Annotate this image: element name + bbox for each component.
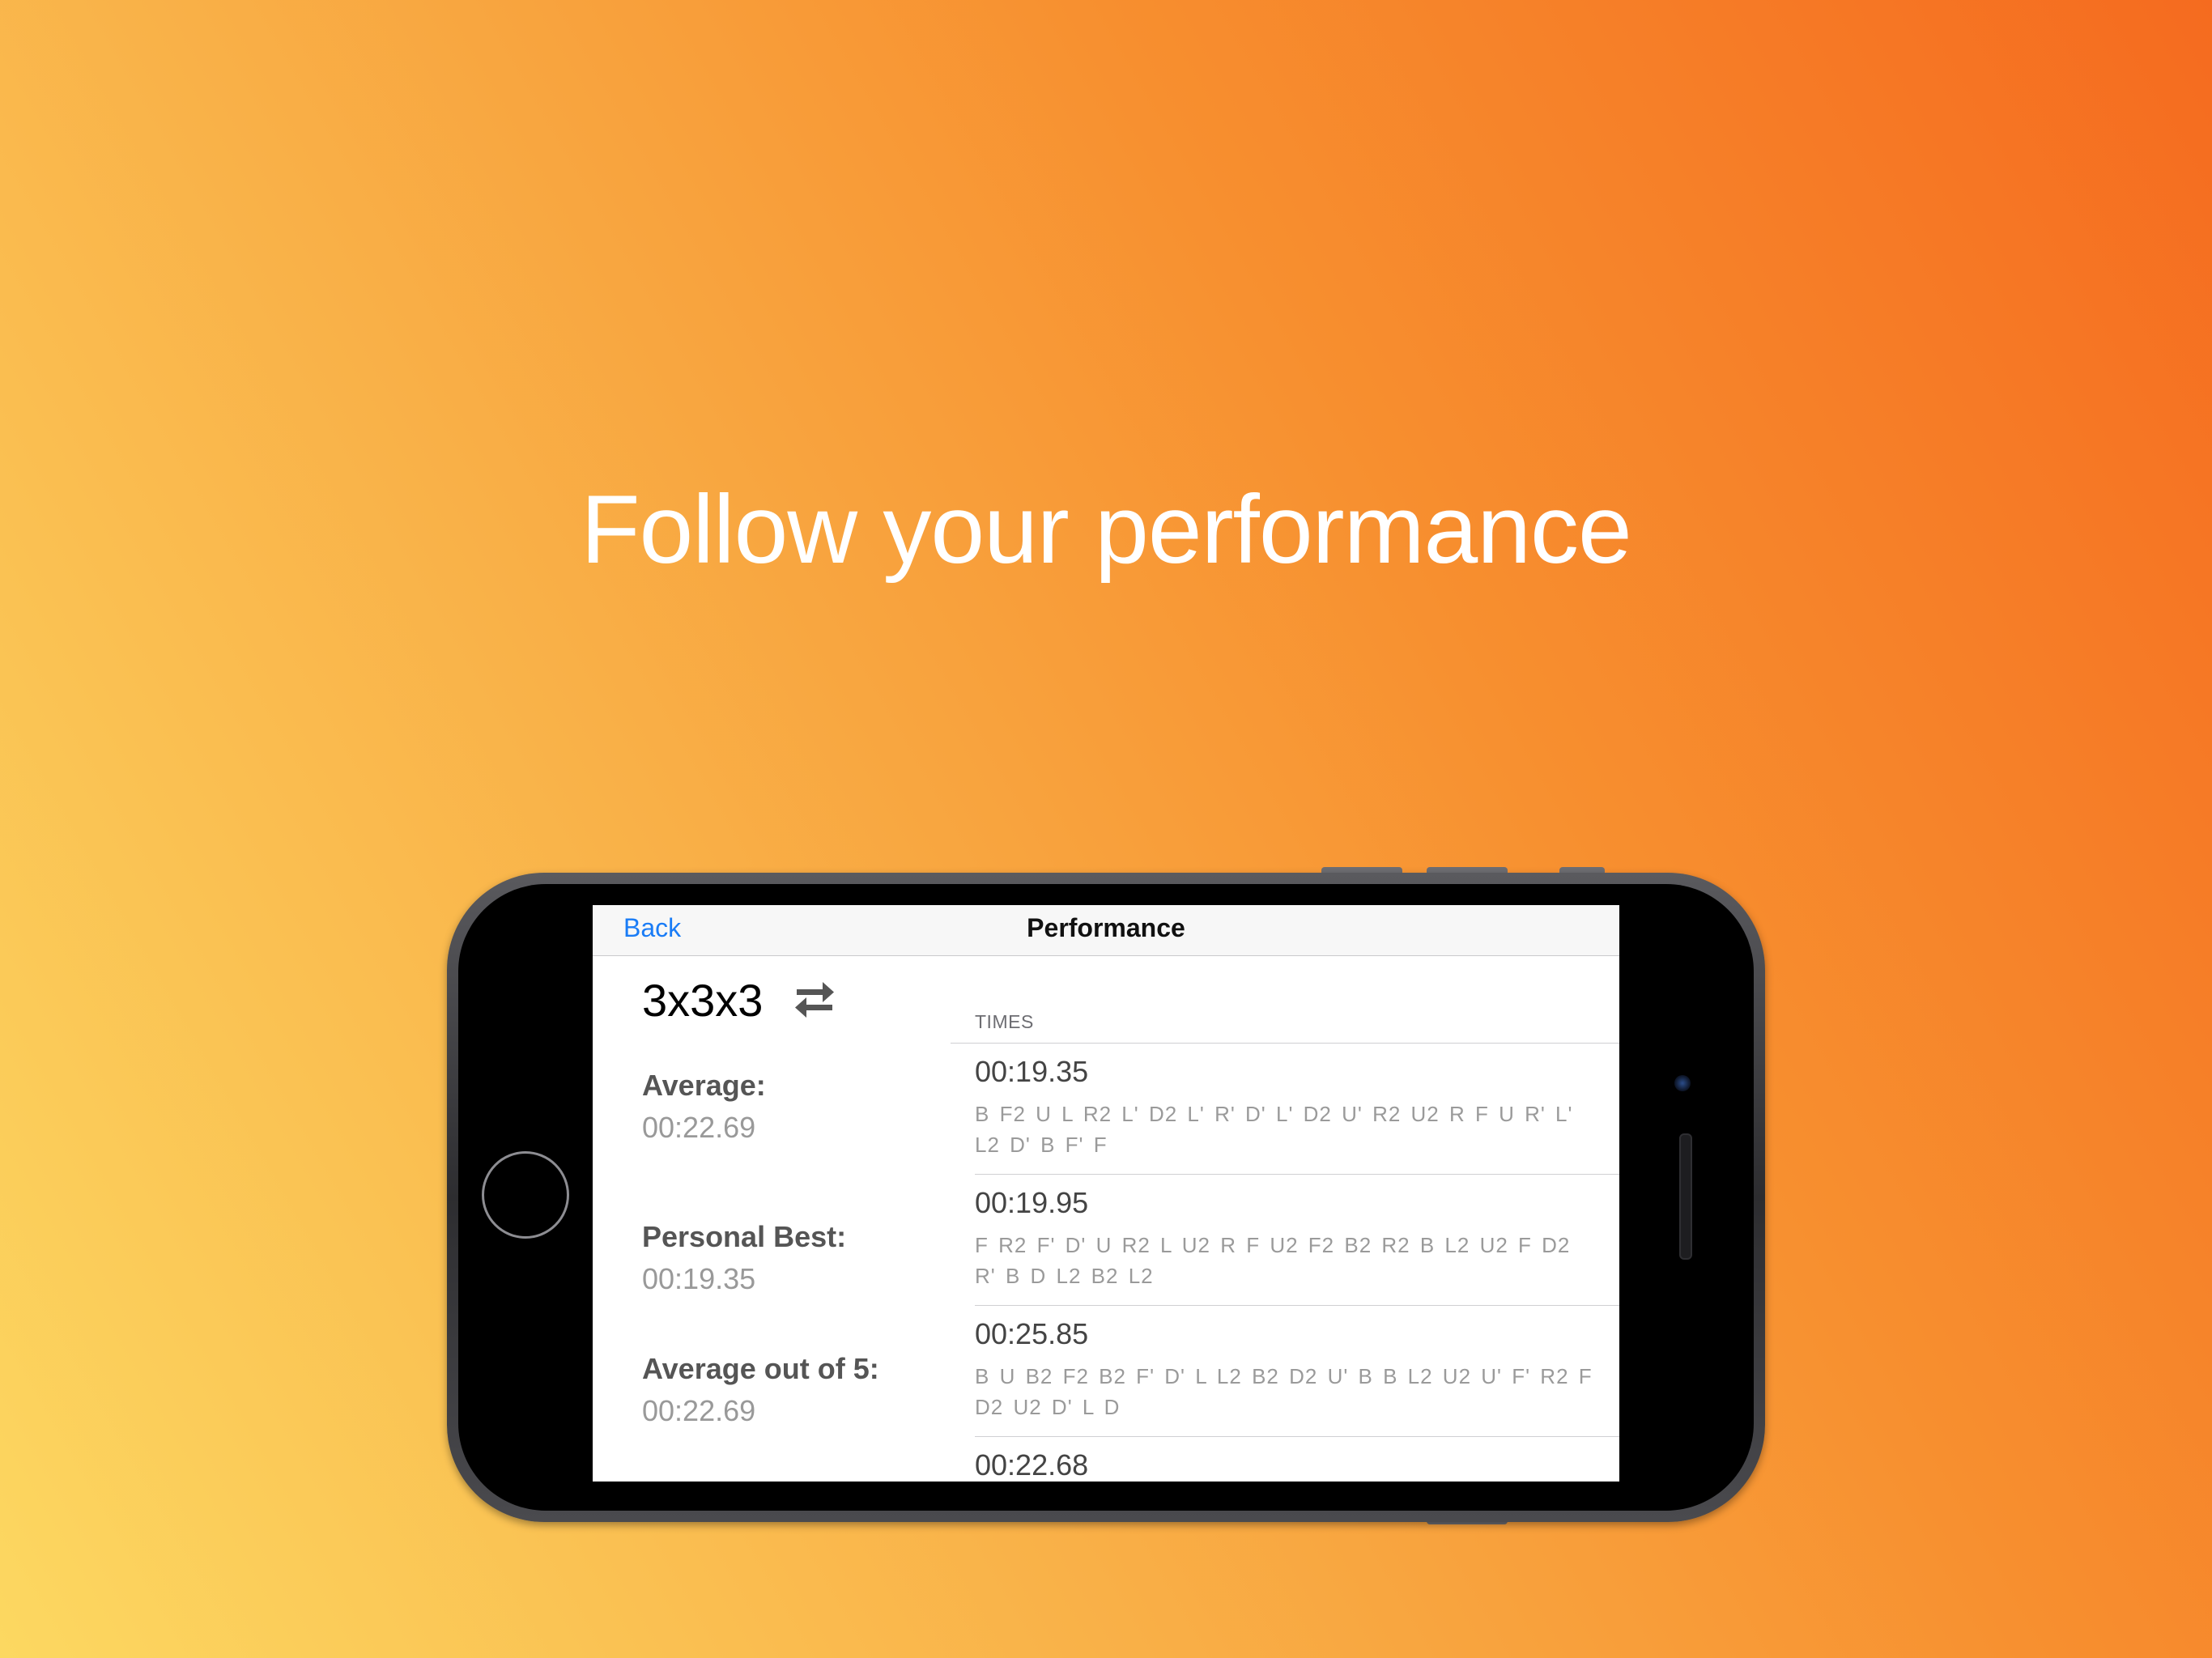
times-header-label: TIMES bbox=[975, 1011, 1034, 1032]
solve-time: 00:19.35 bbox=[975, 1055, 1089, 1088]
list-item[interactable]: 00:22.68 bbox=[975, 1437, 1619, 1482]
scramble-text: F R2 F' D' U R2 L U2 R F U2 F2 B2 R2 B L… bbox=[975, 1233, 1571, 1288]
puzzle-selector: 3x3x3 bbox=[642, 971, 837, 1028]
stat-label: Average: bbox=[642, 1069, 766, 1102]
scramble-text: B U B2 F2 B2 F' D' L L2 B2 D2 U' B B L2 … bbox=[975, 1364, 1593, 1419]
scramble-text: B F2 U L R2 L' D2 L' R' D' L' D2 U' R2 U… bbox=[975, 1102, 1573, 1157]
list-item[interactable]: 00:25.85 B U B2 F2 B2 F' D' L L2 B2 D2 U… bbox=[975, 1306, 1619, 1437]
navigation-bar: Back Performance bbox=[593, 905, 1619, 956]
earpiece-speaker bbox=[1679, 1133, 1692, 1260]
solve-time: 00:22.68 bbox=[975, 1448, 1089, 1482]
stat-label: Average out of 5: bbox=[642, 1352, 879, 1385]
times-list[interactable]: TIMES 00:19.35 B F2 U L R2 L' D2 L' R' D… bbox=[951, 955, 1619, 1482]
stats-panel: 3x3x3 Average: 00:22.69 Personal Best: 0… bbox=[593, 955, 951, 1482]
stat-value: 00:22.69 bbox=[642, 1394, 756, 1427]
stat-value: 00:19.35 bbox=[642, 1262, 756, 1295]
solve-time: 00:25.85 bbox=[975, 1317, 1089, 1350]
stat-average-of-5: Average out of 5: 00:22.69 bbox=[642, 1352, 879, 1428]
headline: Follow your performance bbox=[581, 475, 1632, 584]
stat-value: 00:22.69 bbox=[642, 1111, 756, 1144]
home-button[interactable] bbox=[482, 1151, 569, 1239]
phone-screen: Back Performance 3x3x3 Average: 00:22.69… bbox=[593, 905, 1619, 1482]
times-section-header: TIMES bbox=[951, 955, 1619, 1044]
stat-average: Average: 00:22.69 bbox=[642, 1069, 766, 1145]
solve-time: 00:19.95 bbox=[975, 1186, 1089, 1219]
stat-personal-best: Personal Best: 00:19.35 bbox=[642, 1220, 846, 1296]
page-title: Performance bbox=[1027, 913, 1185, 942]
stat-label: Personal Best: bbox=[642, 1220, 847, 1253]
puzzle-name: 3x3x3 bbox=[642, 974, 764, 1026]
swap-arrows-icon[interactable] bbox=[792, 980, 837, 1020]
list-item[interactable]: 00:19.35 B F2 U L R2 L' D2 L' R' D' L' D… bbox=[975, 1044, 1619, 1175]
front-camera-icon bbox=[1674, 1075, 1691, 1091]
list-item[interactable]: 00:19.95 F R2 F' D' U R2 L U2 R F U2 F2 … bbox=[975, 1175, 1619, 1306]
